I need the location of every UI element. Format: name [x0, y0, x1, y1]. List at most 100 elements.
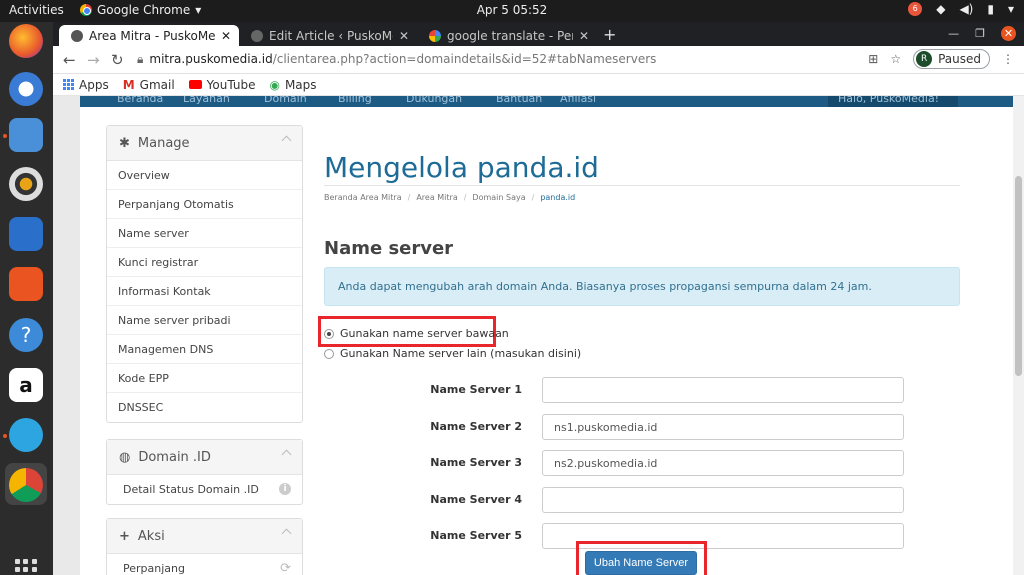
profile-status: Paused	[938, 52, 981, 66]
back-icon[interactable]: ←	[63, 51, 76, 69]
google-chrome-icon[interactable]	[9, 468, 43, 502]
nav-bantuan[interactable]: Bantuan	[496, 96, 542, 105]
activities-button[interactable]: Activities	[9, 3, 64, 17]
update-nameservers-button[interactable]: Ubah Name Server	[585, 551, 697, 575]
google-icon	[429, 29, 441, 42]
profile-button[interactable]: R Paused	[913, 49, 990, 69]
close-window-icon[interactable]: ✕	[1001, 26, 1016, 41]
nameserver-2-input[interactable]: ns1.puskomedia.id	[542, 414, 904, 440]
nav-billing[interactable]: Billing	[338, 96, 372, 105]
panel-title: Manage	[137, 135, 190, 151]
nameserver-1-input[interactable]	[542, 377, 904, 403]
gmail-icon: M	[122, 77, 135, 92]
maximize-icon[interactable]: ❐	[975, 27, 985, 40]
breadcrumb-item[interactable]: Domain Saya	[472, 193, 525, 202]
sidebar-item-private-nameservers[interactable]: Name server pribadi	[107, 306, 302, 335]
address-bar[interactable]: 🔒︎ mitra.puskomedia.id/clientarea.php?act…	[137, 52, 656, 67]
translate-icon[interactable]: ⊞	[868, 52, 878, 66]
tab-close-icon[interactable]: ✕	[399, 29, 409, 43]
field-label: Name Server 3	[430, 456, 522, 469]
radio-default-nameserver[interactable]: Gunakan name server bawaan	[324, 327, 509, 340]
toolbar-actions: ⊞ ☆ R Paused ⋮	[868, 49, 1014, 69]
menu-kebab-icon[interactable]: ⋮	[1002, 52, 1014, 66]
thunderbird-icon[interactable]	[9, 72, 43, 106]
breadcrumb-item[interactable]: Beranda Area Mitra	[324, 193, 402, 202]
help-icon[interactable]: ?	[9, 318, 43, 352]
amazon-icon[interactable]: a	[9, 368, 43, 402]
nav-dukungan[interactable]: Dukungan	[406, 96, 462, 105]
update-badge[interactable]: 6	[908, 2, 923, 16]
dock: ? a	[0, 22, 53, 575]
sidebar-item-overview[interactable]: Overview	[107, 161, 302, 190]
sidebar-item-dns-management[interactable]: Managemen DNS	[107, 335, 302, 364]
nav-user-menu[interactable]: Halo, PuskoMedia!	[828, 96, 958, 107]
nav-layanan[interactable]: Layanan	[183, 96, 230, 105]
new-tab-icon[interactable]: +	[603, 25, 616, 44]
page-viewport: Beranda Layanan Domain Billing Dukungan …	[53, 96, 1024, 575]
sidebar-item-domain-status[interactable]: Detail Status Domain .ID i	[107, 475, 302, 504]
nameserver-3-input[interactable]: ns2.puskomedia.id	[542, 450, 904, 476]
battery-icon: ▮	[987, 2, 994, 16]
radio-custom-nameserver[interactable]: Gunakan Name server lain (masukan disini…	[324, 347, 581, 360]
bookmark-apps[interactable]: Apps	[63, 78, 109, 92]
sidebar-item-renew[interactable]: Perpanjang ⟳	[107, 554, 302, 575]
browser-window: Area Mitra - PuskoMedia I ✕ Edit Article…	[53, 22, 1024, 575]
nameserver-4-input[interactable]	[542, 487, 904, 513]
tab-edit-article[interactable]: Edit Article ‹ PuskoMedia I ✕	[239, 25, 417, 46]
maps-pin-icon: ◉	[269, 77, 280, 92]
page-title: Mengelola panda.id	[324, 151, 599, 184]
sidebar-item-registrar-lock[interactable]: Kunci registrar	[107, 248, 302, 277]
rhythmbox-icon[interactable]	[9, 167, 43, 201]
lock-icon: 🔒︎	[137, 52, 144, 66]
show-applications-icon[interactable]	[15, 559, 37, 575]
tab-close-icon[interactable]: ✕	[579, 29, 589, 43]
chevron-up-icon	[281, 449, 292, 460]
apps-grid-icon	[63, 79, 74, 90]
nav-afiliasi[interactable]: Afiliasi	[560, 96, 596, 105]
manage-panel-header[interactable]: ✱ Manage	[107, 126, 302, 161]
app-menu[interactable]: Google Chrome ▾	[80, 3, 201, 17]
sidebar-item-nameservers[interactable]: Name server	[107, 219, 302, 248]
nav-domain[interactable]: Domain	[264, 96, 307, 105]
tab-close-icon[interactable]: ✕	[221, 29, 231, 43]
youtube-icon	[188, 80, 202, 89]
site-nav: Beranda Layanan Domain Billing Dukungan …	[80, 96, 1019, 107]
actions-panel-header[interactable]: + Aksi	[107, 519, 302, 554]
sidebar-item-dnssec[interactable]: DNSSEC	[107, 393, 302, 422]
tab-area-mitra[interactable]: Area Mitra - PuskoMedia I ✕	[59, 25, 239, 46]
nav-beranda[interactable]: Beranda	[117, 96, 163, 105]
bookmark-label: Gmail	[139, 77, 175, 92]
globe-icon	[71, 29, 83, 42]
tab-title: google translate - Penelu	[447, 28, 573, 43]
radio-button-checked[interactable]	[324, 328, 334, 339]
software-center-icon[interactable]	[9, 267, 43, 301]
files-icon[interactable]	[9, 118, 43, 152]
system-tray[interactable]: 6 ◆ ◀) ▮ ▾	[908, 2, 1014, 16]
firefox-icon[interactable]	[9, 24, 43, 58]
sidebar-item-contact-info[interactable]: Informasi Kontak	[107, 277, 302, 306]
sidebar-item-auto-renew[interactable]: Perpanjang Otomatis	[107, 190, 302, 219]
tab-strip: Area Mitra - PuskoMedia I ✕ Edit Article…	[53, 22, 1024, 46]
radio-label: Gunakan Name server lain (masukan disini…	[340, 347, 582, 360]
bookmark-gmail[interactable]: M Gmail	[123, 78, 175, 92]
page-scrollbar[interactable]	[1013, 96, 1024, 575]
page-container: ✱ Manage Overview Perpanjang Otomatis Na…	[80, 107, 1019, 575]
reload-icon[interactable]: ↻	[111, 51, 124, 69]
forward-icon[interactable]: →	[87, 51, 100, 69]
breadcrumb-item[interactable]: Area Mitra	[416, 193, 457, 202]
minimize-icon[interactable]: —	[948, 27, 959, 40]
globe-icon: ◍	[119, 449, 131, 465]
sidebar-item-epp-code[interactable]: Kode EPP	[107, 364, 302, 393]
bookmark-maps[interactable]: ◉ Maps	[269, 78, 316, 92]
radio-button[interactable]	[324, 348, 334, 359]
domain-id-panel-header[interactable]: ◍ Domain .ID	[107, 440, 302, 475]
telegram-icon[interactable]	[9, 418, 43, 452]
writer-icon[interactable]	[9, 217, 43, 251]
bookmark-youtube[interactable]: YouTube	[188, 78, 255, 92]
bookmark-star-icon[interactable]: ☆	[890, 52, 901, 66]
url-path: /clientarea.php?action=domaindetails&id=…	[272, 52, 657, 66]
scrollbar-thumb[interactable]	[1015, 176, 1022, 376]
nameserver-row-4: Name Server 4	[324, 487, 960, 513]
tab-google-translate[interactable]: google translate - Penelu ✕	[417, 25, 597, 46]
running-indicator	[3, 434, 7, 438]
